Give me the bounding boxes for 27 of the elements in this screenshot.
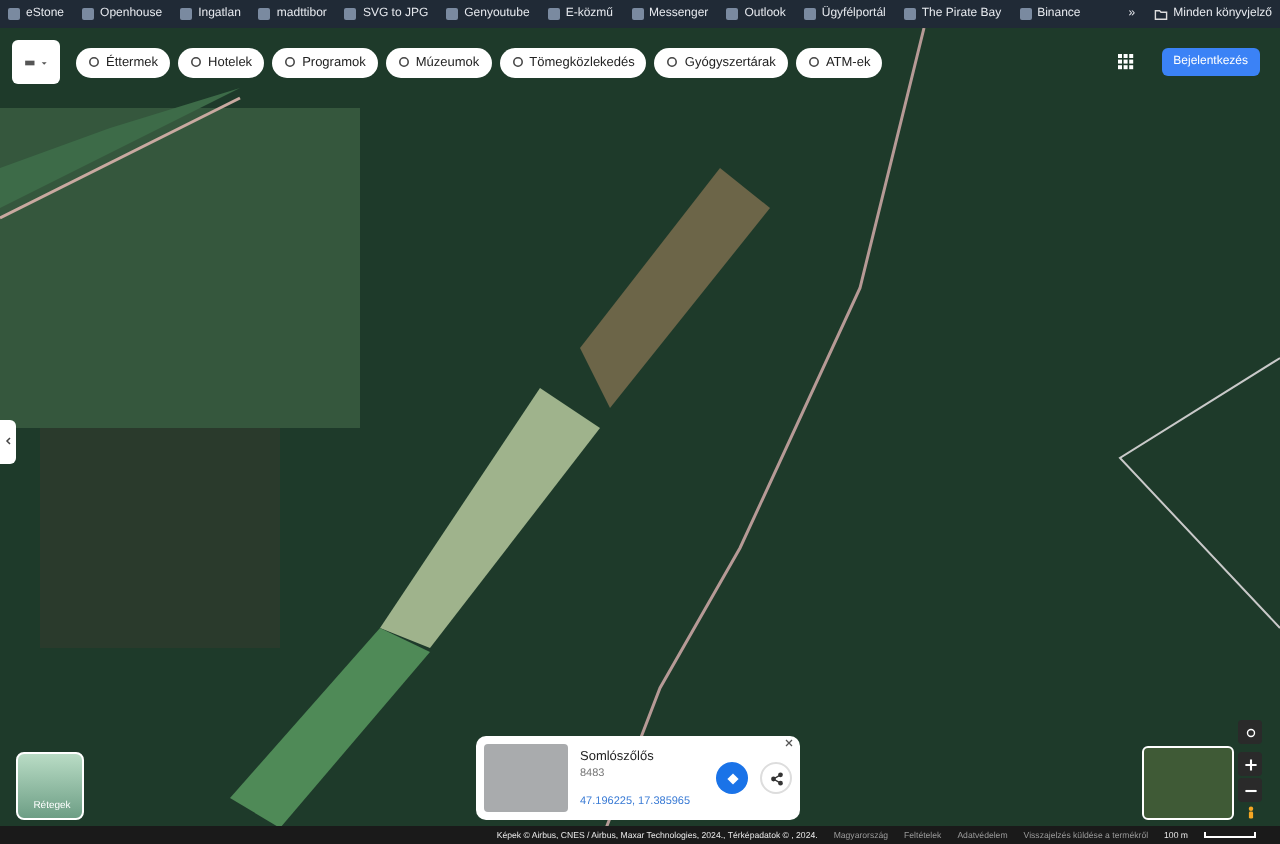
zoom-out-button[interactable] — [1238, 778, 1262, 802]
location-icon — [1243, 725, 1257, 739]
apps-grid-icon — [1117, 54, 1134, 70]
plus-icon — [1243, 757, 1257, 771]
caret-icon — [39, 57, 48, 67]
category-icon — [284, 56, 297, 68]
zoom-in-button[interactable] — [1238, 752, 1262, 776]
directions-button[interactable] — [716, 762, 748, 794]
person-icon — [1243, 805, 1257, 819]
category-icon — [511, 56, 524, 68]
close-icon — [784, 738, 794, 748]
share-icon — [769, 771, 783, 785]
category-icon — [190, 56, 203, 68]
category-icon — [88, 56, 100, 68]
folder-icon — [1153, 7, 1168, 21]
category-icon — [397, 56, 410, 68]
share-button[interactable] — [760, 762, 792, 794]
category-icon — [666, 56, 679, 68]
menu-button[interactable] — [12, 40, 60, 84]
scale-bar — [1204, 832, 1256, 838]
my-location-button[interactable] — [1238, 720, 1262, 744]
chevron-left-icon — [3, 435, 13, 445]
collapse-side-panel-button[interactable] — [0, 420, 16, 464]
close-button[interactable] — [784, 738, 794, 752]
category-icon — [807, 56, 820, 68]
street-view-preview[interactable] — [1142, 746, 1234, 820]
photo-placeholder — [484, 744, 568, 812]
